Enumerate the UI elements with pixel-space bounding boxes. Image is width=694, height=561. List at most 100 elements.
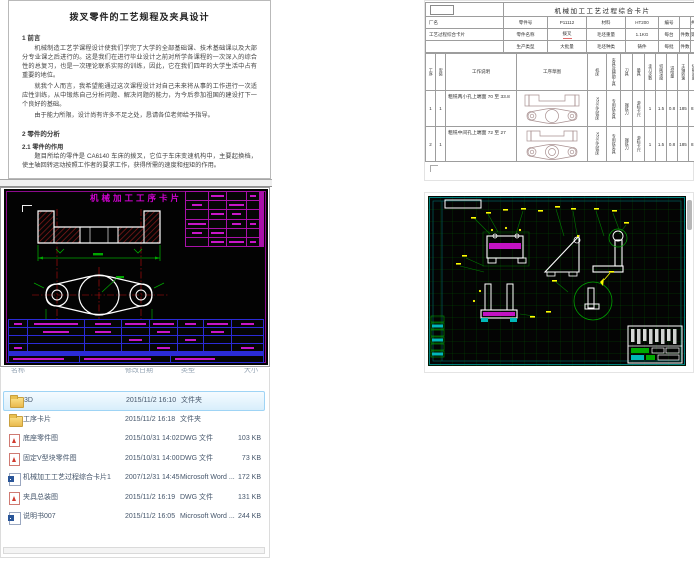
cad-canvas[interactable]: [428, 196, 686, 366]
cad-window-fixture-assembly[interactable]: [424, 192, 694, 373]
file-date: 2015/10/31 14:00: [125, 454, 180, 462]
material-value: HT200: [626, 17, 658, 28]
part-name-text: 拨叉: [562, 31, 572, 39]
doc-paragraph: 机械制造工艺学课程设计使我们学完了大学的全部基础课、技术基础课以及大部分专业课之…: [22, 45, 257, 79]
word-file-icon: [8, 511, 21, 525]
op-passes: 1: [645, 127, 655, 161]
process-data-table: [8, 319, 264, 355]
column-header-type[interactable]: 类型: [181, 368, 195, 375]
column-header-name[interactable]: 名称: [11, 368, 25, 375]
code-label: 编号: [659, 17, 679, 28]
folder-icon: [9, 413, 23, 427]
op-gauge: 游标卡尺: [633, 127, 644, 161]
op-no: 2: [426, 127, 435, 161]
col-speed: 主轴转速: [678, 54, 688, 90]
file-name: 说明书007: [23, 513, 56, 520]
op-tool: 端铣刀: [621, 127, 632, 161]
doc-paragraph: 由于能力所限，设计尚有许多不足之处，恳请各位老师给予指导。: [34, 111, 214, 119]
file-row[interactable]: 说明书007 2015/11/2 16:05 Microsoft Word ..…: [3, 508, 265, 526]
file-row[interactable]: 夹具总装图 2015/11/2 16:19 DWG 文件 131 KB: [3, 489, 265, 507]
op-machine: X51立式铣床: [588, 127, 606, 161]
file-name: 机械加工工艺过程综合卡片1: [23, 474, 111, 481]
blank-weight-value: 1.1KG: [626, 29, 658, 40]
prod-type-value: 大批量: [548, 41, 586, 52]
fixture-assembly-drawing: [429, 197, 685, 365]
op-setup: 1: [436, 91, 445, 126]
card-process-table: 工序 安装 工作说明 工序草图 机床 夹具及辅助工具 刀具 量具 走刀次数 切削…: [425, 53, 694, 162]
file-date: 2015/11/2 16:19: [125, 493, 176, 501]
op-sketch-drawing: [526, 130, 578, 160]
op-tool: 端铣刀: [621, 91, 632, 126]
file-row[interactable]: 机械加工工艺过程综合卡片1 2007/12/31 14:45 Microsoft…: [3, 469, 265, 487]
file-date: 2015/11/2 16:05: [125, 513, 176, 520]
file-row[interactable]: 底座零件图 2015/10/31 14:02 DWG 文件 103 KB: [3, 430, 265, 448]
part-no-value: P11112: [548, 17, 586, 28]
card-corner-cell: [426, 3, 503, 16]
cad-window-operation-card[interactable]: 机械加工工序卡片: [0, 187, 270, 367]
prod-type-label: 生产类型: [504, 41, 547, 52]
pieces-cell: 件数: [680, 29, 690, 40]
doc-paragraph: 就我个人而言，我希望能通过这次课程设计对自己未来将从事的工作进行一次适应性训练，…: [22, 82, 257, 108]
op-speed: 185: [678, 91, 688, 126]
file-row[interactable]: 工序卡片 2015/11/2 16:18 文件夹: [3, 411, 265, 429]
dwg-file-icon: [9, 492, 20, 505]
col-depth: 切削深度: [656, 54, 666, 90]
op-passes: 1: [645, 91, 655, 126]
card-name-label: 工艺过程综合卡片: [426, 29, 503, 40]
card-info-table: 机械加工工艺过程综合卡片 厂名 零件号 P11112 材料 HT200 编号 共…: [425, 2, 694, 53]
file-explorer-panel[interactable]: 名称 修改日期 类型 大小 3D 2015/11/2 16:10 文件夹 工序卡…: [0, 368, 270, 558]
empty-cell: [426, 41, 503, 52]
dwg-file-icon: [9, 453, 20, 466]
op-speed: 185: [678, 127, 688, 161]
file-date: 2015/10/31 14:02: [125, 435, 180, 442]
desktop-collage: 拨叉零件的工艺规程及夹具设计 1 前言 机械制造工艺学课程设计使我们学完了大学的…: [0, 0, 694, 561]
file-name: 3D: [24, 397, 33, 404]
file-type: DWG 文件: [180, 454, 214, 462]
document-title: 拨叉零件的工艺规程及夹具设计: [69, 12, 210, 22]
stamp-box: [430, 4, 454, 15]
pieces-cell: 件数: [680, 41, 690, 52]
blank-weight-label: 毛坯重量: [587, 29, 625, 40]
file-size: 131 KB: [238, 493, 261, 501]
blank-kind-value: 铸件: [626, 41, 658, 52]
part-section-and-plan-drawing: [32, 209, 168, 331]
column-header-size[interactable]: 大小: [244, 368, 258, 375]
op-sketch-drawing: [524, 94, 580, 124]
horizontal-scrollbar[interactable]: [3, 547, 265, 554]
op-gauge: 游标卡尺: [633, 91, 644, 126]
word-file-icon: [8, 472, 21, 486]
file-size: 73 KB: [241, 454, 261, 462]
op-sketch: [517, 91, 587, 126]
folder-icon: [10, 395, 24, 408]
process-table-footer: [8, 355, 264, 363]
op-cutspeed: 81: [689, 127, 694, 161]
doc-heading-1: 1 前言: [22, 35, 41, 42]
op-machine: X51立式铣床: [588, 91, 606, 126]
op-setup: 1: [436, 127, 445, 161]
file-row[interactable]: 固定V型块零件图 2015/10/31 14:00 DWG 文件 73 KB: [3, 450, 265, 468]
file-type: Microsoft Word ...: [180, 474, 235, 481]
file-name: 工序卡片: [23, 415, 51, 423]
col-setup: 安装: [436, 54, 445, 90]
op-feed: 0.8: [667, 91, 677, 126]
document-panel[interactable]: 拨叉零件的工艺规程及夹具设计 1 前言 机械制造工艺学课程设计使我们学完了大学的…: [8, 0, 271, 179]
part-name-label: 零件名称: [504, 29, 547, 40]
vertical-scrollbar-thumb[interactable]: [687, 200, 692, 230]
dwg-file-icon: [9, 433, 20, 447]
file-row-selected[interactable]: 3D 2015/11/2 16:10 文件夹: [3, 391, 265, 411]
op-depth: 1.5: [656, 91, 666, 126]
doc-paragraph: 题目所给的零件是 CA6140 车床的拨叉，它位于车床变速机构中，主要起换档，使…: [22, 152, 257, 169]
file-name: 固定V型块零件图: [23, 454, 77, 462]
cad-canvas[interactable]: 机械加工工序卡片: [4, 189, 268, 365]
part-no-label: 零件号: [504, 17, 547, 28]
card-title: 机械加工工艺过程综合卡片: [504, 3, 694, 16]
process-card-sheet[interactable]: 机械加工工艺过程综合卡片 厂名 零件号 P11112 材料 HT200 编号 共…: [424, 0, 694, 181]
file-size: 103 KB: [238, 435, 261, 442]
file-name: 底座零件图: [23, 435, 58, 442]
col-tool: 刀具: [621, 54, 632, 90]
file-size: 172 KB: [238, 474, 261, 481]
op-description: 粗铣两小孔上端面 70 至 33.8: [446, 91, 516, 126]
file-list-header: 名称 修改日期 类型 大小: [1, 368, 269, 377]
file-type: Microsoft Word ...: [180, 513, 235, 520]
column-header-date[interactable]: 修改日期: [125, 368, 153, 375]
